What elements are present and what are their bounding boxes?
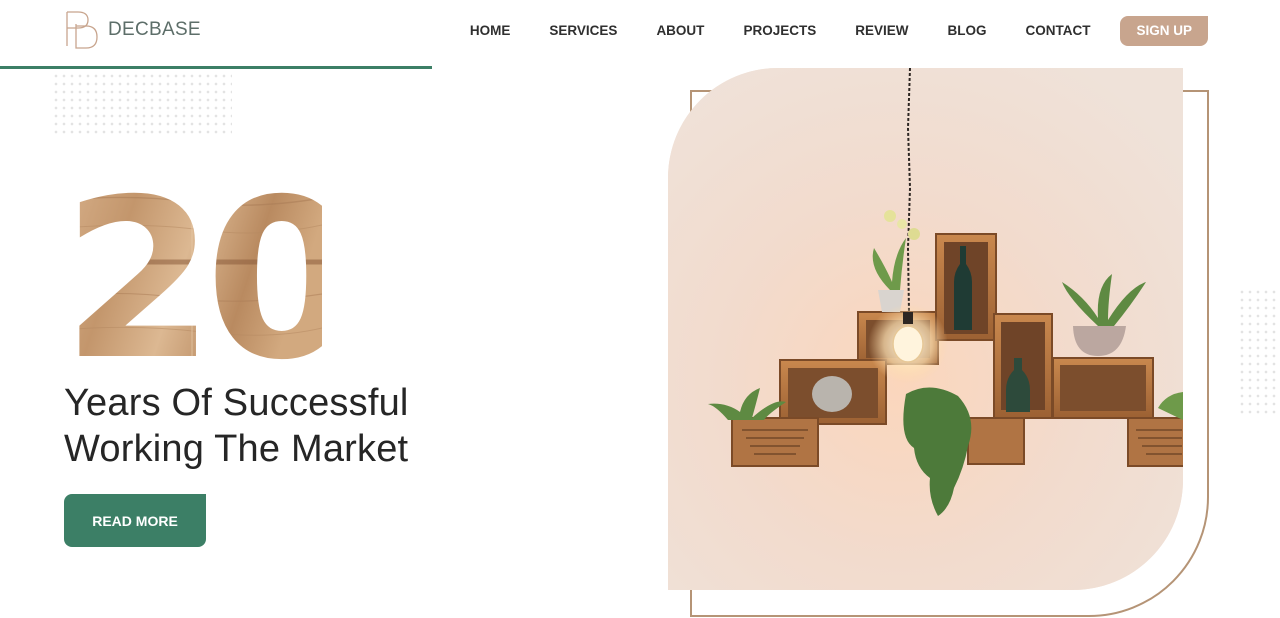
nav-review[interactable]: REVIEW	[855, 16, 908, 46]
brand-logo[interactable]: DECBASE	[64, 10, 201, 50]
dot-pattern-decoration	[52, 72, 232, 136]
wall-shelves-illustration	[668, 68, 1183, 590]
db-monogram-icon	[66, 11, 98, 49]
years-number: 20	[62, 170, 322, 370]
nav-about[interactable]: ABOUT	[656, 16, 704, 46]
brand-name: DECBASE	[108, 19, 201, 40]
signup-button[interactable]: SIGN UP	[1120, 16, 1208, 46]
nav-contact[interactable]: CONTACT	[1025, 16, 1090, 46]
nav-home[interactable]: HOME	[470, 16, 511, 46]
header-accent-line	[0, 66, 432, 69]
nav-services[interactable]: SERVICES	[549, 16, 617, 46]
nav-blog[interactable]: BLOG	[947, 16, 986, 46]
nav-projects[interactable]: PROJECTS	[743, 16, 816, 46]
headline-line-1: Years Of Successful	[64, 382, 409, 424]
read-more-button[interactable]: READ MORE	[64, 494, 206, 547]
main-navigation: HOME SERVICES ABOUT PROJECTS REVIEW BLOG…	[470, 16, 1208, 46]
hero-headline: Years Of Successful Working The Market	[64, 380, 524, 472]
dot-pattern-decoration-right	[1238, 288, 1280, 418]
hero-image	[668, 68, 1183, 590]
headline-line-2: Working The Market	[64, 428, 409, 470]
years-number-text: 20	[62, 170, 322, 370]
